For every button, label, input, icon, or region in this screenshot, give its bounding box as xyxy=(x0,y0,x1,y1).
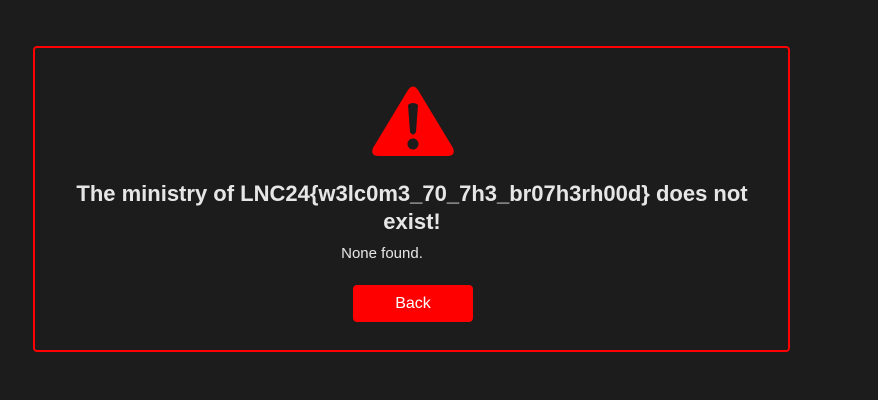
warning-triangle-icon xyxy=(372,86,454,156)
error-detail: None found. xyxy=(341,245,423,262)
error-title: The ministry of LNC24{w3lc0m3_70_7h3_br0… xyxy=(76,181,748,234)
back-button[interactable]: Back xyxy=(353,285,473,322)
